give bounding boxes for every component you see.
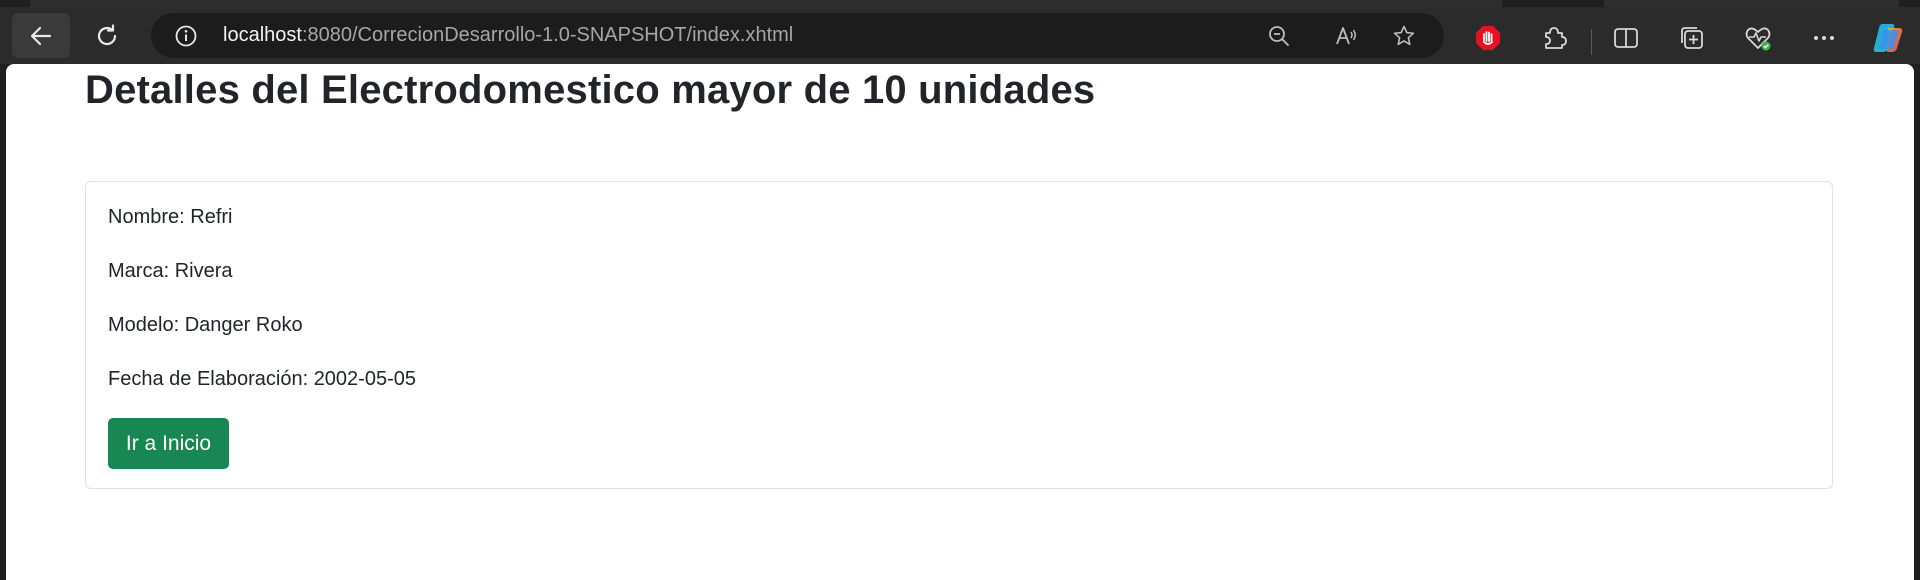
detail-label: Modelo: (108, 314, 185, 336)
split-screen-icon[interactable] (1612, 24, 1640, 52)
copilot-icon[interactable] (1870, 20, 1906, 56)
ellipsis-icon[interactable] (1810, 24, 1838, 52)
toolbar-separator (1591, 29, 1592, 55)
detail-label: Marca: (108, 260, 175, 282)
page-content: Detalles del Electrodomestico mayor de 1… (6, 64, 1914, 580)
reload-icon (97, 23, 117, 45)
url-host: localhost (223, 24, 302, 46)
details-card: Nombre: Refri Marca: Rivera Modelo: Dang… (85, 181, 1833, 489)
back-arrow-icon (30, 26, 52, 45)
detail-modelo: Modelo: Danger Roko (108, 314, 303, 337)
stop-hand-icon[interactable] (1474, 24, 1502, 52)
detail-value: 2002-05-05 (313, 368, 416, 390)
detail-label: Nombre: (108, 206, 191, 228)
detail-fecha: Fecha de Elaboración: 2002-05-05 (108, 368, 416, 391)
puzzle-icon[interactable] (1540, 24, 1568, 52)
url-path: :8080/CorrecionDesarrollo-1.0-SNAPSHOT/i… (301, 24, 794, 46)
read-aloud-icon[interactable] (1334, 24, 1358, 48)
inactive-tab[interactable] (1604, 0, 1899, 7)
browser-essentials-icon[interactable] (1744, 24, 1772, 52)
url-text[interactable]: localhost:8080/CorrecionDesarrollo-1.0-S… (223, 13, 793, 58)
page-title: Detalles del Electrodomestico mayor de 1… (85, 68, 1096, 112)
detail-label: Fecha de Elaboración: (108, 368, 314, 390)
active-tab[interactable] (30, 0, 1502, 7)
info-icon[interactable] (175, 25, 197, 47)
detail-value: Danger Roko (184, 314, 303, 336)
back-button[interactable] (12, 13, 70, 58)
detail-nombre: Nombre: Refri (108, 206, 232, 229)
star-icon[interactable] (1392, 24, 1416, 48)
tab-strip (0, 0, 1920, 7)
browser-toolbar: localhost:8080/CorrecionDesarrollo-1.0-S… (0, 7, 1920, 64)
address-bar[interactable]: localhost:8080/CorrecionDesarrollo-1.0-S… (151, 13, 1444, 58)
detail-value: Refri (190, 206, 233, 228)
reload-button[interactable] (78, 13, 136, 58)
home-button[interactable]: Ir a Inicio (108, 418, 229, 469)
detail-marca: Marca: Rivera (108, 260, 232, 283)
detail-value: Rivera (174, 260, 233, 282)
zoom-out-icon[interactable] (1267, 24, 1291, 48)
collections-icon[interactable] (1678, 24, 1706, 52)
